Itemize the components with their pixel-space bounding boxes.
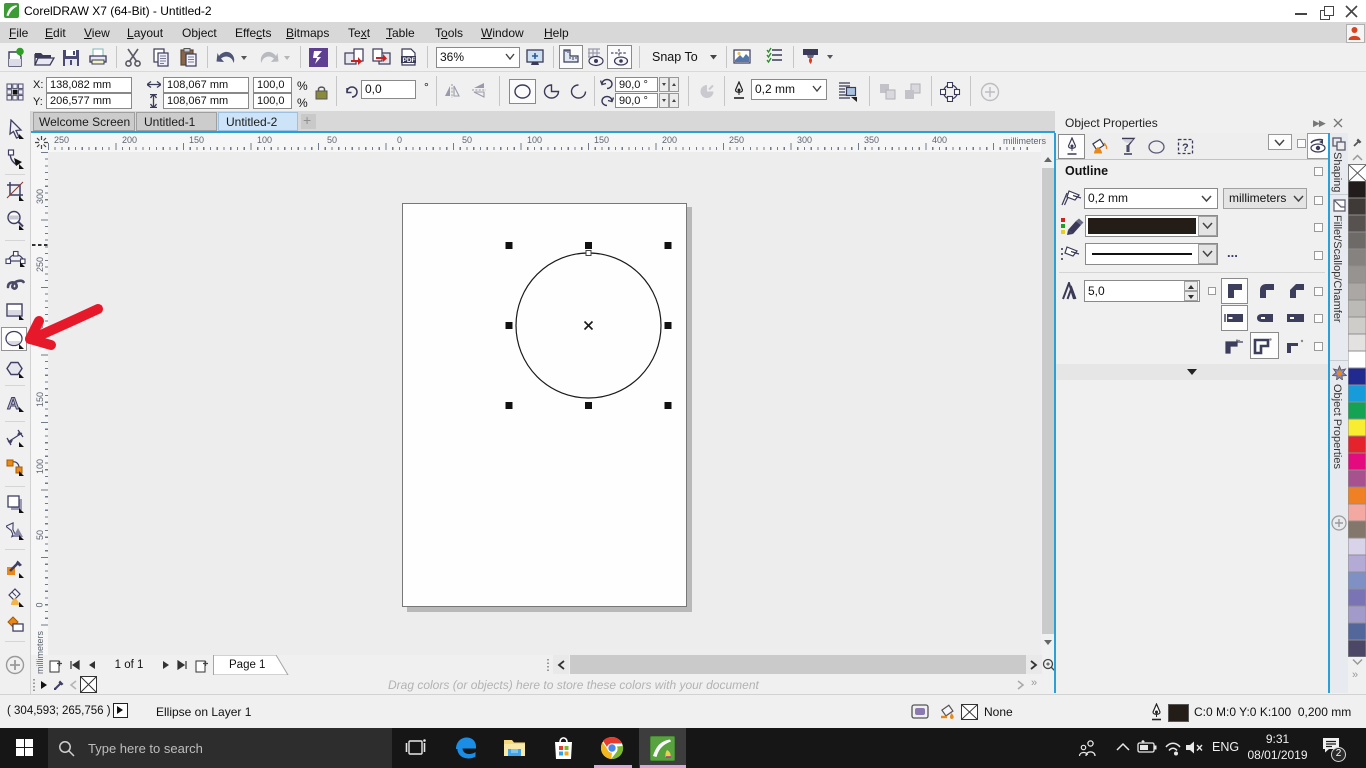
svg-text:?: ?	[1182, 142, 1189, 154]
svg-text:A: A	[7, 394, 19, 412]
svg-text:PDF: PDF	[403, 57, 416, 64]
